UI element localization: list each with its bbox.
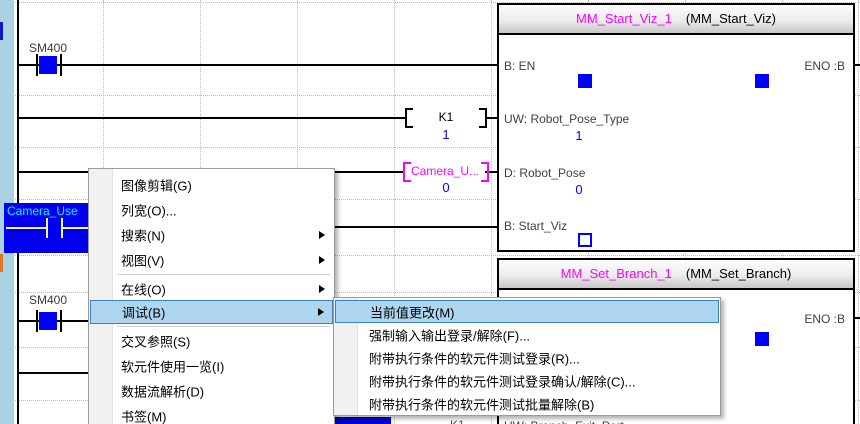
submenu-arrow-icon bbox=[318, 308, 324, 316]
fb-pin-en[interactable]: B: EN bbox=[504, 59, 535, 73]
menu-item-debug[interactable]: 调试(B) bbox=[90, 300, 333, 324]
fb-pin-robot-pose-type[interactable]: UW: Robot_Pose_Type bbox=[504, 112, 629, 126]
rung-wire bbox=[19, 372, 90, 374]
menu-item-label: 书签(M) bbox=[121, 409, 167, 424]
fb-header: MM_Start_Viz_1 (MM_Start_Viz) bbox=[499, 5, 853, 35]
contact-label[interactable]: SM400 bbox=[13, 41, 83, 55]
ladder-editor: SM400 SM400 K1 1 Camera_U... 0 K1 MM_Sta… bbox=[0, 0, 860, 424]
contact-bar bbox=[36, 54, 38, 76]
menu-separator bbox=[117, 274, 330, 275]
terminal-bracket bbox=[481, 162, 489, 182]
fb-type-name: (MM_Set_Branch) bbox=[685, 266, 792, 281]
contact-wire bbox=[6, 227, 46, 229]
submenu-item-device-test-check-clear[interactable]: 附带执行条件的软元件测试登录确认/解除(C)... bbox=[335, 369, 719, 392]
fb-pin-eno[interactable]: ENO :B bbox=[804, 59, 845, 73]
contact-label: Camera_Use bbox=[7, 204, 78, 218]
menu-item-label: 附带执行条件的软元件测试批量解除(B) bbox=[369, 397, 595, 412]
monitor-value: 0 bbox=[575, 182, 583, 197]
submenu-arrow-icon bbox=[319, 284, 325, 293]
input-terminal-camera-use[interactable]: Camera_U... bbox=[403, 162, 489, 182]
monitor-square-eno bbox=[755, 332, 769, 346]
step-number-clipped bbox=[0, 254, 3, 272]
contact-bar bbox=[46, 218, 48, 238]
fb-pin-branch-exit-port-clipped[interactable]: UW: Branch_Exit_Port bbox=[504, 419, 624, 424]
energized-indicator bbox=[39, 312, 57, 330]
submenu-arrow-icon bbox=[319, 230, 325, 239]
input-terminal-k1[interactable]: K1 bbox=[405, 108, 487, 128]
eno-stub-wire bbox=[855, 64, 860, 66]
eno-stub-wire bbox=[855, 317, 860, 319]
monitor-value: 1 bbox=[442, 127, 450, 142]
menu-item-label: 图像剪辑(G) bbox=[121, 178, 192, 193]
fb-pin-robot-pose[interactable]: D: Robot_Pose bbox=[504, 166, 585, 180]
contact-bar bbox=[60, 310, 62, 332]
terminal-label: Camera_U... bbox=[410, 164, 480, 178]
menu-item-label: 列宽(O)... bbox=[121, 203, 177, 218]
menu-item-label: 视图(V) bbox=[121, 253, 165, 268]
menu-item-dataflow-analysis[interactable]: 数据流解析(D) bbox=[90, 378, 333, 403]
menu-item-search[interactable]: 搜索(N) bbox=[90, 222, 333, 247]
fb-pin-start-viz[interactable]: B: Start_Viz bbox=[504, 219, 567, 233]
menu-item-label: 当前值更改(M) bbox=[370, 305, 455, 320]
context-menu: 图像剪辑(G) 列宽(O)... 搜索(N) 视图(V) 在线(O) 调试(B)… bbox=[88, 168, 335, 424]
step-number-clipped bbox=[0, 22, 3, 40]
contact-bar bbox=[36, 310, 38, 332]
fb-header: MM_Set_Branch_1 (MM_Set_Branch) bbox=[499, 260, 853, 290]
selected-cell-clipped[interactable] bbox=[333, 417, 391, 424]
monitor-square-start-viz bbox=[578, 233, 592, 247]
terminal-label-clipped: K1 bbox=[450, 418, 465, 424]
menu-item-column-width[interactable]: 列宽(O)... bbox=[90, 197, 333, 222]
fb-pin-eno[interactable]: ENO :B bbox=[804, 312, 845, 326]
monitor-value: 1 bbox=[575, 128, 583, 143]
menu-item-label: 数据流解析(D) bbox=[121, 384, 205, 399]
monitor-square-en bbox=[578, 74, 592, 88]
contact-bar bbox=[60, 54, 62, 76]
menu-item-label: 软元件使用一览(I) bbox=[121, 359, 225, 374]
menu-item-device-list[interactable]: 软元件使用一览(I) bbox=[90, 353, 333, 378]
no-contact-sm400[interactable] bbox=[36, 54, 62, 76]
no-contact-sm400[interactable] bbox=[36, 310, 62, 332]
fb-mm-start-viz[interactable]: MM_Start_Viz_1 (MM_Start_Viz) B: EN ENO :… bbox=[497, 3, 855, 252]
menu-item-cross-reference[interactable]: 交叉参照(S) bbox=[90, 328, 333, 353]
rung-wire bbox=[19, 117, 405, 119]
menu-item-label: 交叉参照(S) bbox=[121, 334, 191, 349]
fb-instance-name: MM_Start_Viz_1 bbox=[576, 11, 672, 26]
submenu-arrow-icon bbox=[319, 255, 325, 264]
menu-item-label: 调试(B) bbox=[122, 305, 166, 321]
contact-label[interactable]: SM400 bbox=[13, 293, 83, 307]
submenu-item-forced-io[interactable]: 强制输入输出登录/解除(F)... bbox=[335, 323, 719, 346]
debug-submenu: 当前值更改(M) 强制输入输出登录/解除(F)... 附带执行条件的软元件测试登… bbox=[333, 297, 721, 416]
menu-item-label: 在线(O) bbox=[121, 282, 166, 297]
terminal-bracket bbox=[405, 108, 413, 128]
menu-item-bookmark[interactable]: 书签(M) bbox=[90, 403, 333, 424]
terminal-label: K1 bbox=[438, 110, 454, 124]
menu-item-label: 附带执行条件的软元件测试登录(R)... bbox=[369, 351, 580, 366]
fb-type-name: (MM_Start_Viz) bbox=[685, 11, 776, 26]
submenu-item-device-test-register[interactable]: 附带执行条件的软元件测试登录(R)... bbox=[335, 346, 719, 369]
menu-item-label: 强制输入输出登录/解除(F)... bbox=[369, 328, 531, 343]
menu-separator bbox=[117, 326, 330, 327]
monitor-value: 0 bbox=[442, 180, 450, 195]
submenu-item-device-test-batch-clear[interactable]: 附带执行条件的软元件测试批量解除(B) bbox=[335, 392, 719, 415]
fb-instance-name: MM_Set_Branch_1 bbox=[560, 266, 672, 281]
monitor-square-eno bbox=[755, 74, 769, 88]
rung-wire bbox=[19, 64, 497, 66]
energized-indicator bbox=[39, 56, 57, 74]
menu-item-online[interactable]: 在线(O) bbox=[90, 276, 333, 301]
menu-item-label: 搜索(N) bbox=[121, 228, 166, 243]
menu-item-image-clip[interactable]: 图像剪辑(G) bbox=[90, 172, 333, 197]
menu-item-view[interactable]: 视图(V) bbox=[90, 247, 333, 272]
terminal-bracket bbox=[479, 108, 487, 128]
submenu-item-change-current-value[interactable]: 当前值更改(M) bbox=[335, 300, 719, 323]
menu-item-label: 附带执行条件的软元件测试登录确认/解除(C)... bbox=[369, 374, 636, 389]
